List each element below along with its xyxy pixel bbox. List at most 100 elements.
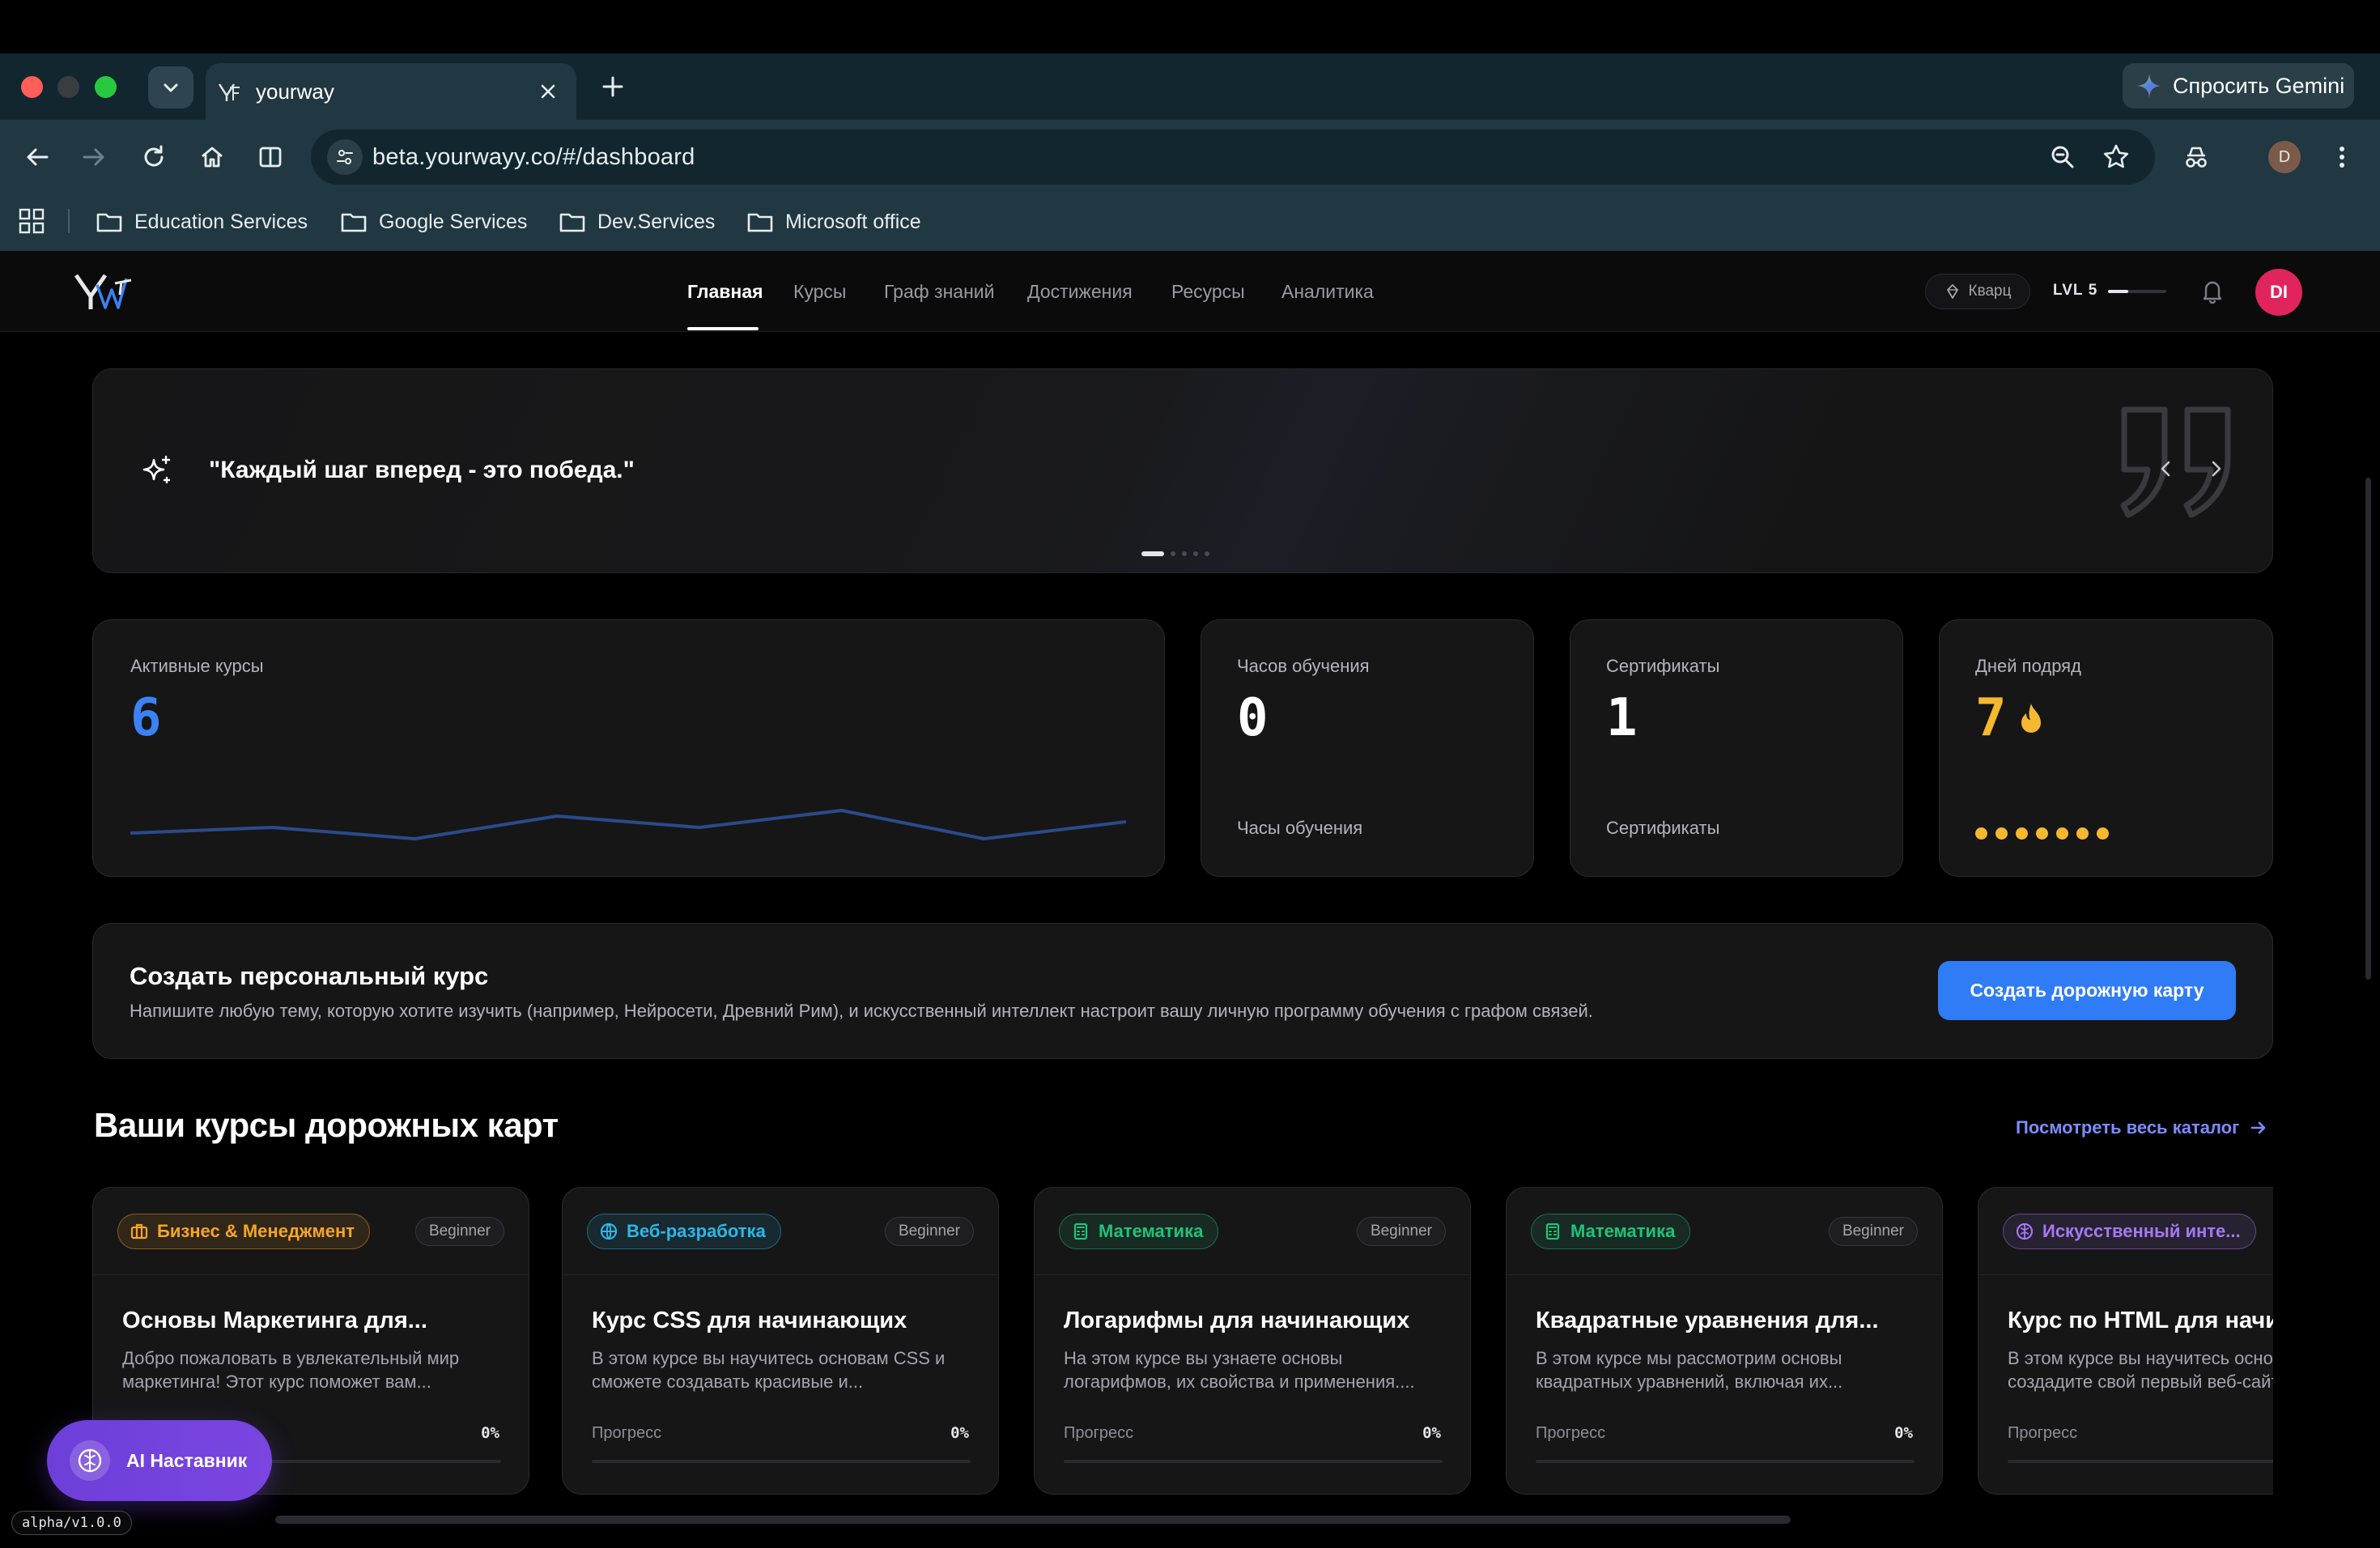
brain-icon bbox=[2016, 1223, 2034, 1240]
course-title: Квадратные уравнения для... bbox=[1536, 1308, 1879, 1333]
stat-value: 0 bbox=[1237, 688, 1269, 748]
progress-track bbox=[592, 1460, 971, 1463]
folder-icon bbox=[747, 213, 773, 232]
carousel-dot[interactable] bbox=[1141, 551, 1164, 556]
yourway-favicon-icon bbox=[218, 83, 240, 101]
level-label: LVL bbox=[2053, 282, 2084, 299]
ai-tutor-label: AI Наставник bbox=[126, 1449, 248, 1471]
bookmark-folder-education[interactable]: Education Services bbox=[96, 206, 308, 238]
category-pill: Искусственный инте... bbox=[2003, 1214, 2256, 1249]
close-icon[interactable] bbox=[538, 81, 559, 102]
progress-track bbox=[2008, 1460, 2273, 1463]
incognito-icon[interactable] bbox=[2181, 142, 2212, 172]
progress-label: Прогресс bbox=[2008, 1424, 2078, 1442]
carousel-dot[interactable] bbox=[1193, 551, 1198, 556]
nav-knowledge-graph[interactable]: Граф знаний bbox=[884, 281, 995, 303]
course-card[interactable]: Математика Beginner Квадратные уравнения… bbox=[1506, 1187, 1943, 1495]
quote-text: "Каждый шаг вперед - это победа." bbox=[209, 457, 635, 483]
nav-achievements[interactable]: Достижения bbox=[1027, 281, 1133, 303]
course-description: Добро пожаловать в увлекательный мир мар… bbox=[122, 1348, 460, 1392]
ai-brain-icon bbox=[70, 1440, 110, 1481]
yourway-logo-icon[interactable] bbox=[73, 270, 134, 313]
reload-icon[interactable] bbox=[139, 142, 168, 172]
streak-day-dot bbox=[2036, 827, 2048, 840]
stat-card-streak: Дней подряд 7 bbox=[1939, 619, 2273, 877]
course-description: В этом курсе мы рассмотрим основы квадра… bbox=[1536, 1348, 1843, 1392]
user-avatar[interactable]: DI bbox=[2255, 269, 2302, 316]
bookmark-folder-microsoft[interactable]: Microsoft office bbox=[746, 206, 921, 238]
maximize-window-button[interactable] bbox=[95, 76, 117, 98]
nav-courses[interactable]: Курсы bbox=[793, 281, 846, 303]
course-title: Курс по HTML для начинающих bbox=[2008, 1308, 2273, 1333]
split-view-icon[interactable] bbox=[256, 142, 285, 172]
apps-grid-icon[interactable] bbox=[18, 207, 45, 235]
category-label: Искусственный инте... bbox=[2042, 1221, 2241, 1241]
progress-value: 0% bbox=[1894, 1424, 1913, 1442]
progress-value: 0% bbox=[481, 1424, 499, 1442]
bookmark-label: Dev.Services bbox=[597, 210, 716, 233]
sparkles-icon bbox=[142, 455, 171, 484]
streak-day-dot bbox=[2076, 827, 2089, 840]
nav-active-indicator bbox=[687, 327, 759, 330]
courses-carousel[interactable]: Бизнес & Менеджмент Beginner Основы Марк… bbox=[92, 1187, 2273, 1495]
minimize-window-button[interactable] bbox=[57, 76, 79, 98]
course-title: Курс CSS для начинающих bbox=[592, 1308, 907, 1333]
stat-sublabel: Часы обучения bbox=[1237, 818, 1363, 838]
course-card[interactable]: Математика Beginner Логарифмы для начина… bbox=[1034, 1187, 1471, 1495]
course-title: Основы Маркетинга для... bbox=[122, 1308, 427, 1333]
arrow-right-icon bbox=[2250, 1121, 2266, 1134]
browser-tab-active[interactable]: yourway bbox=[206, 63, 576, 120]
nav-analytics[interactable]: Аналитика bbox=[1281, 281, 1374, 303]
course-card[interactable]: Искусственный инте... Курс по HTML для н… bbox=[1978, 1187, 2273, 1495]
close-window-button[interactable] bbox=[21, 76, 43, 98]
browser-profile-avatar[interactable]: D bbox=[2268, 141, 2301, 173]
progress-track bbox=[1064, 1460, 1443, 1463]
catalog-link-label: Посмотреть весь каталог bbox=[2016, 1117, 2240, 1138]
bookmark-label: Google Services bbox=[379, 210, 528, 233]
category-pill: Математика bbox=[1531, 1214, 1691, 1249]
stat-label: Часов обучения bbox=[1237, 656, 1370, 676]
nav-home[interactable]: Главная bbox=[687, 281, 763, 303]
bookmark-folder-dev[interactable]: Dev.Services bbox=[559, 206, 715, 238]
course-description: В этом курсе вы научитесь основам CSS и … bbox=[592, 1348, 946, 1392]
carousel-dot[interactable] bbox=[1205, 551, 1209, 556]
url-text[interactable]: beta.yourwayy.co/#/dashboard bbox=[372, 144, 695, 171]
globe-icon bbox=[600, 1223, 618, 1240]
new-tab-plus-icon[interactable] bbox=[599, 73, 627, 100]
zoom-magnifier-icon[interactable] bbox=[2048, 142, 2077, 172]
streak-day-dot bbox=[2056, 827, 2068, 840]
tab-search-button[interactable] bbox=[148, 66, 193, 108]
create-roadmap-button[interactable]: Создать дорожную карту bbox=[1938, 961, 2236, 1020]
back-arrow-icon[interactable] bbox=[23, 142, 52, 172]
chevron-left-icon[interactable] bbox=[2156, 458, 2177, 479]
stat-label: Сертификаты bbox=[1606, 656, 1720, 676]
rank-badge-button[interactable]: Кварц bbox=[1925, 274, 2030, 309]
chevron-right-icon[interactable] bbox=[2205, 458, 2226, 479]
rank-label: Кварц bbox=[1968, 283, 2012, 300]
more-vertical-icon[interactable] bbox=[2330, 142, 2354, 172]
ai-tutor-button[interactable]: AI Наставник bbox=[47, 1420, 272, 1501]
create-course-title: Создать персональный курс bbox=[130, 962, 489, 990]
notifications-bell-icon[interactable] bbox=[2199, 277, 2226, 304]
vertical-scrollbar[interactable] bbox=[2365, 478, 2371, 980]
carousel-dot[interactable] bbox=[1182, 551, 1187, 556]
carousel-dot[interactable] bbox=[1171, 551, 1175, 556]
home-icon[interactable] bbox=[198, 142, 227, 172]
course-card-header: Бизнес & Менеджмент Beginner bbox=[93, 1188, 529, 1275]
course-card-header: Искусственный инте... bbox=[1978, 1188, 2273, 1275]
horizontal-scrollbar[interactable] bbox=[275, 1516, 1791, 1524]
view-catalog-link[interactable]: Посмотреть весь каталог bbox=[2016, 1117, 2268, 1138]
course-card[interactable]: Веб-разработка Beginner Курс CSS для нач… bbox=[562, 1187, 999, 1495]
folder-icon bbox=[559, 213, 585, 232]
stat-card-hours: Часов обучения 0 Часы обучения bbox=[1201, 619, 1534, 877]
progress-label: Прогресс bbox=[592, 1424, 662, 1442]
ask-gemini-button[interactable]: Спросить Gemini bbox=[2123, 63, 2354, 108]
nav-resources[interactable]: Ресурсы bbox=[1171, 281, 1245, 303]
bookmark-star-icon[interactable] bbox=[2102, 142, 2131, 172]
forward-arrow-icon[interactable] bbox=[79, 142, 108, 172]
progress-value: 0% bbox=[1422, 1424, 1441, 1442]
bookmark-folder-google[interactable]: Google Services bbox=[340, 206, 527, 238]
level-pill: Beginner bbox=[884, 1217, 974, 1246]
site-info-button[interactable] bbox=[327, 139, 363, 175]
create-course-description: Напишите любую тему, которую хотите изуч… bbox=[130, 1001, 1593, 1021]
